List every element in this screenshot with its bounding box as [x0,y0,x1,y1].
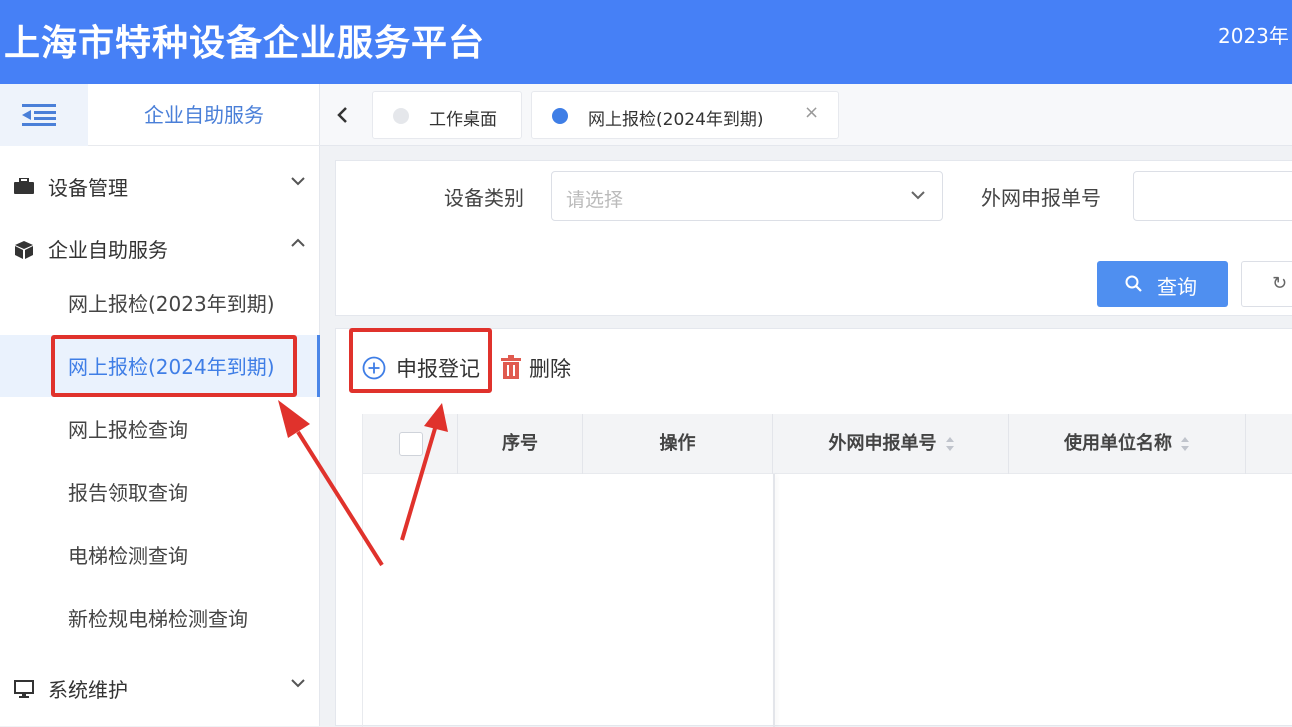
sidebar-item-elevator-test-query[interactable]: 电梯检测查询 [0,524,320,586]
sidebar-item-report-pickup-query[interactable]: 报告领取查询 [0,461,320,523]
trash-icon [501,355,521,379]
column-header-actions: 操作 [583,414,773,474]
fixed-column-divider [773,474,775,727]
sort-icon [1181,437,1189,451]
equipment-category-label: 设备类别 [444,186,524,210]
reset-button[interactable]: ↻ [1241,261,1292,307]
chevron-down-icon [291,679,305,688]
column-header-index: 序号 [458,414,583,474]
equipment-category-select[interactable]: 请选择 [551,171,943,221]
tab-status-dot [552,108,568,124]
sidebar-item-new-elevator-test-query[interactable]: 新检规电梯检测查询 [0,587,320,649]
tab-status-dot [393,108,409,124]
data-table: 序号 操作 外网申报单号 使用单位名称 [362,414,1292,727]
menu-group-system-maintenance[interactable]: 系统维护 [0,668,320,708]
sidebar-title: 企业自助服务 [144,103,264,127]
search-icon [1125,275,1142,292]
select-all-checkbox[interactable] [399,432,423,456]
select-placeholder: 请选择 [566,189,624,211]
plus-circle-icon [362,356,386,380]
sidebar-item-label: 网上报检(2024年到期) [68,355,275,379]
sidebar-item-label: 新检规电梯检测查询 [68,607,248,631]
sidebar-item-inspection-2023[interactable]: 网上报检(2023年到期) [0,272,320,334]
select-all-column [363,414,458,474]
sidebar-header: 企业自助服务 [0,84,320,146]
close-icon[interactable]: × [804,102,819,123]
chevron-up-icon [291,238,305,247]
external-order-number-label: 外网申报单号 [981,186,1101,210]
external-order-number-input[interactable] [1133,171,1292,221]
cube-icon [15,241,33,259]
sidebar-collapse-button[interactable] [0,84,88,146]
column-header-user-unit-name[interactable]: 使用单位名称 [1009,414,1246,474]
table-header: 序号 操作 外网申报单号 使用单位名称 [363,414,1292,474]
sidebar-item-label: 网上报检(2023年到期) [68,292,275,316]
menu-group-device-management[interactable]: 设备管理 [0,166,320,206]
add-registration-label: 申报登记 [396,357,480,381]
delete-label: 删除 [529,357,571,381]
delete-button[interactable]: 删除 [501,351,581,383]
sidebar-item-label: 电梯检测查询 [68,544,188,568]
column-header-external-order-number[interactable]: 外网申报单号 [775,414,1009,474]
query-button[interactable]: 查询 [1097,261,1228,307]
platform-title: 上海市特种设备企业服务平台 [4,23,486,64]
column-header-label: 外网申报单号 [828,433,937,454]
header-date: 2023年 [1218,24,1289,48]
top-header: 上海市特种设备企业服务平台 2023年 [0,0,1292,84]
menu-group-label: 系统维护 [48,678,128,702]
tab-workbench[interactable]: 工作桌面 [372,91,522,139]
chevron-left-icon [337,107,347,123]
menu-fold-icon [22,104,56,126]
sort-icon [945,437,954,451]
menu-group-label: 设备管理 [48,176,128,200]
sidebar-item-label: 报告领取查询 [68,481,188,505]
tabs-scroll-left-button[interactable] [320,84,366,146]
sidebar-item-inspection-query[interactable]: 网上报检查询 [0,398,320,460]
sidebar: 企业自助服务 设备管理 企业自助服务 网上报检(2023年到期) 网上报检(20… [0,84,320,726]
menu-group-self-service[interactable]: 企业自助服务 [0,228,320,268]
chevron-down-icon [291,177,305,186]
search-filter-panel: 设备类别 请选择 外网申报单号 查询 ↻ [335,160,1292,316]
tabs-bar: 工作桌面 网上报检(2024年到期) × [320,84,1292,146]
chevron-down-icon [911,191,925,200]
table-panel: 申报登记 删除 序号 操作 外网申报单号 使用单位名称 [335,328,1292,727]
tab-online-inspection-2024[interactable]: 网上报检(2024年到期) × [531,91,839,139]
query-button-label: 查询 [1157,275,1197,299]
briefcase-icon [14,178,34,194]
tab-label: 网上报检(2024年到期) [588,110,764,130]
monitor-icon [14,680,34,698]
sidebar-item-label: 网上报检查询 [68,418,188,442]
sidebar-item-inspection-2024[interactable]: 网上报检(2024年到期) [0,335,320,397]
menu-group-label: 企业自助服务 [48,238,168,262]
refresh-icon: ↻ [1272,273,1288,294]
tab-label: 工作桌面 [429,110,497,130]
column-header-label: 使用单位名称 [1064,433,1172,454]
